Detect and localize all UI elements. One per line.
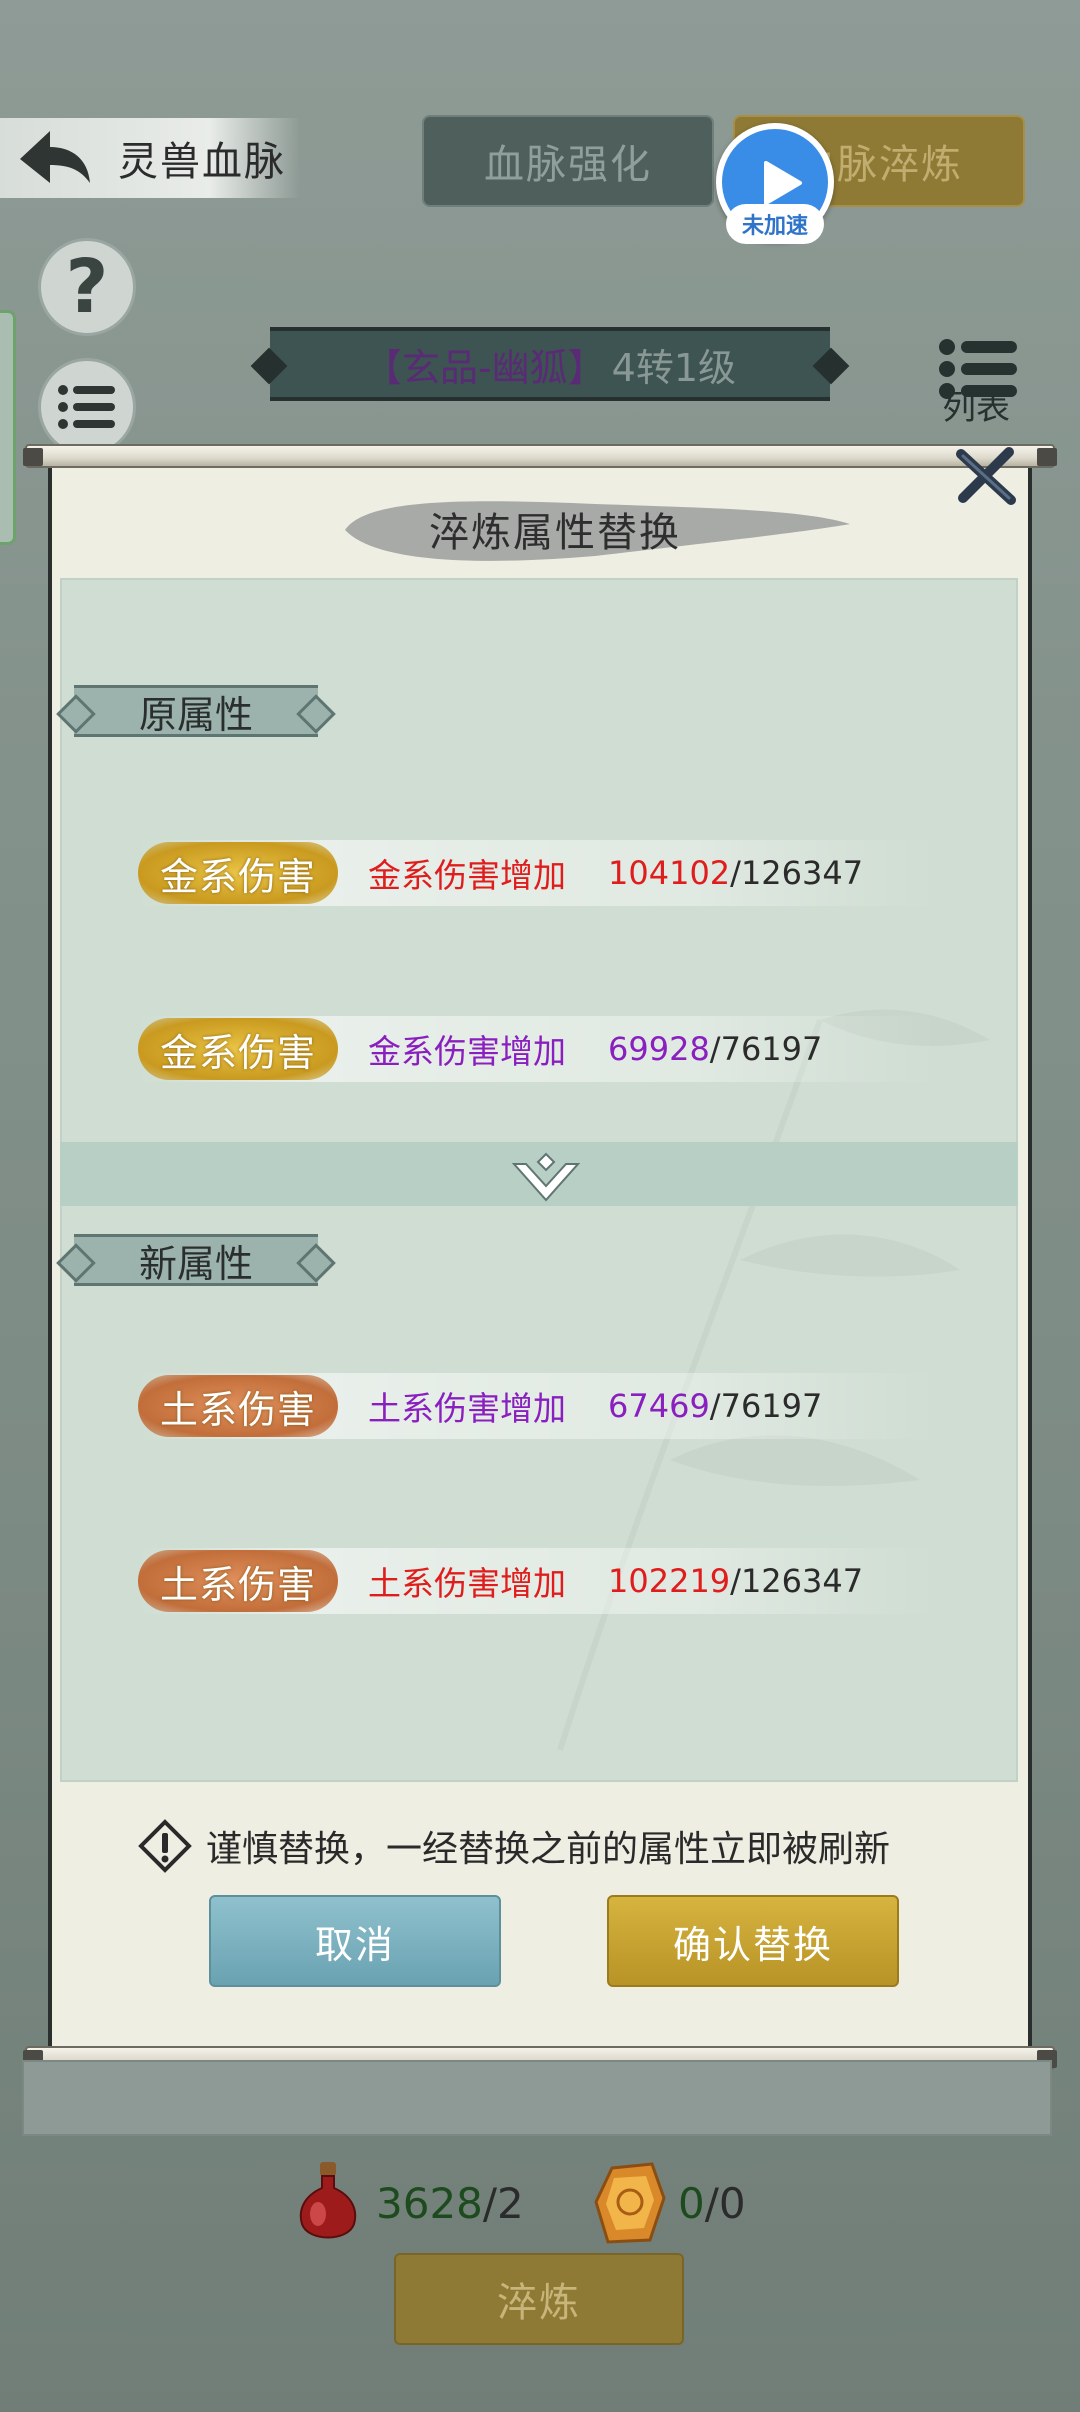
menu-icon [58, 385, 115, 429]
new-attributes-tag: 新属性 [74, 1234, 318, 1286]
warning-message: 谨慎替换，一经替换之前的属性立即被刷新 [138, 1818, 958, 1874]
attribute-description: 土系伤害增加 [368, 1389, 566, 1428]
attribute-badge: 金系伤害 [138, 1018, 338, 1080]
side-tab[interactable] [0, 310, 16, 545]
play-icon [764, 161, 802, 205]
warning-icon [138, 1819, 192, 1873]
confirm-replace-button[interactable]: 确认替换 [607, 1895, 899, 1987]
attribute-badge: 金系伤害 [138, 842, 338, 904]
pet-banner: 【玄品-幽狐】 4转1级 [250, 327, 850, 401]
attribute-current-value: 67469 [608, 1387, 710, 1425]
potion-icon [299, 2162, 357, 2239]
bottom-frame [22, 2060, 1052, 2136]
back-arrow-icon [20, 131, 90, 183]
attribute-max-value: /76197 [709, 1387, 823, 1425]
attribute-current-value: 104102 [608, 854, 731, 892]
help-button[interactable]: ? [38, 238, 136, 336]
attribute-max-value: /126347 [730, 1562, 864, 1600]
scroll-rod-top [23, 444, 1057, 468]
list-label[interactable]: 列表 [942, 380, 1010, 429]
attribute-description: 金系伤害增加 [368, 856, 566, 895]
refine-button[interactable]: 淬炼 [394, 2253, 684, 2345]
attribute-max-value: /126347 [730, 854, 864, 892]
attribute-max-value: /76197 [709, 1030, 823, 1068]
potion-resource: 3628/2 [290, 2158, 524, 2248]
potion-required: /2 [482, 2178, 524, 2228]
close-icon[interactable] [955, 446, 1017, 506]
pet-level: 4转1级 [611, 345, 737, 390]
old-attribute-row: 金系伤害 金系伤害增加 69928/76197 [138, 1016, 938, 1082]
attribute-description: 金系伤害增加 [368, 1032, 566, 1071]
attribute-badge: 土系伤害 [138, 1375, 338, 1437]
gem-stone-icon [594, 2162, 666, 2244]
stone-required: /0 [704, 2178, 746, 2228]
potion-count: 3628 [376, 2178, 483, 2228]
attribute-current-value: 102219 [608, 1562, 731, 1600]
original-attributes-tag: 原属性 [74, 685, 318, 737]
dialog-title: 淬炼属性替换 [429, 510, 681, 556]
new-attribute-row: 土系伤害 土系伤害增加 67469/76197 [138, 1373, 938, 1439]
stone-resource: 0/0 [592, 2158, 746, 2248]
old-attribute-row: 金系伤害 金系伤害增加 104102/126347 [138, 840, 938, 906]
chevron-down-icon [511, 1152, 581, 1202]
attribute-badge: 土系伤害 [138, 1550, 338, 1612]
page-title: 灵兽血脉 [118, 139, 286, 185]
attribute-current-value: 69928 [608, 1030, 710, 1068]
menu-button[interactable] [38, 358, 136, 456]
speed-status-label: 未加速 [726, 204, 824, 244]
attribute-description: 土系伤害增加 [368, 1564, 566, 1603]
cancel-button[interactable]: 取消 [209, 1895, 501, 1987]
tab-bloodline-strengthen[interactable]: 血脉强化 [422, 115, 714, 207]
warning-text: 谨慎替换，一经替换之前的属性立即被刷新 [206, 1829, 891, 1870]
new-attribute-row: 土系伤害 土系伤害增加 102219/126347 [138, 1548, 938, 1614]
stone-count: 0 [678, 2178, 705, 2228]
pet-name: 【玄品-幽狐】 [363, 345, 606, 390]
back-bar[interactable]: 灵兽血脉 [0, 118, 300, 198]
question-icon: ? [65, 244, 109, 330]
